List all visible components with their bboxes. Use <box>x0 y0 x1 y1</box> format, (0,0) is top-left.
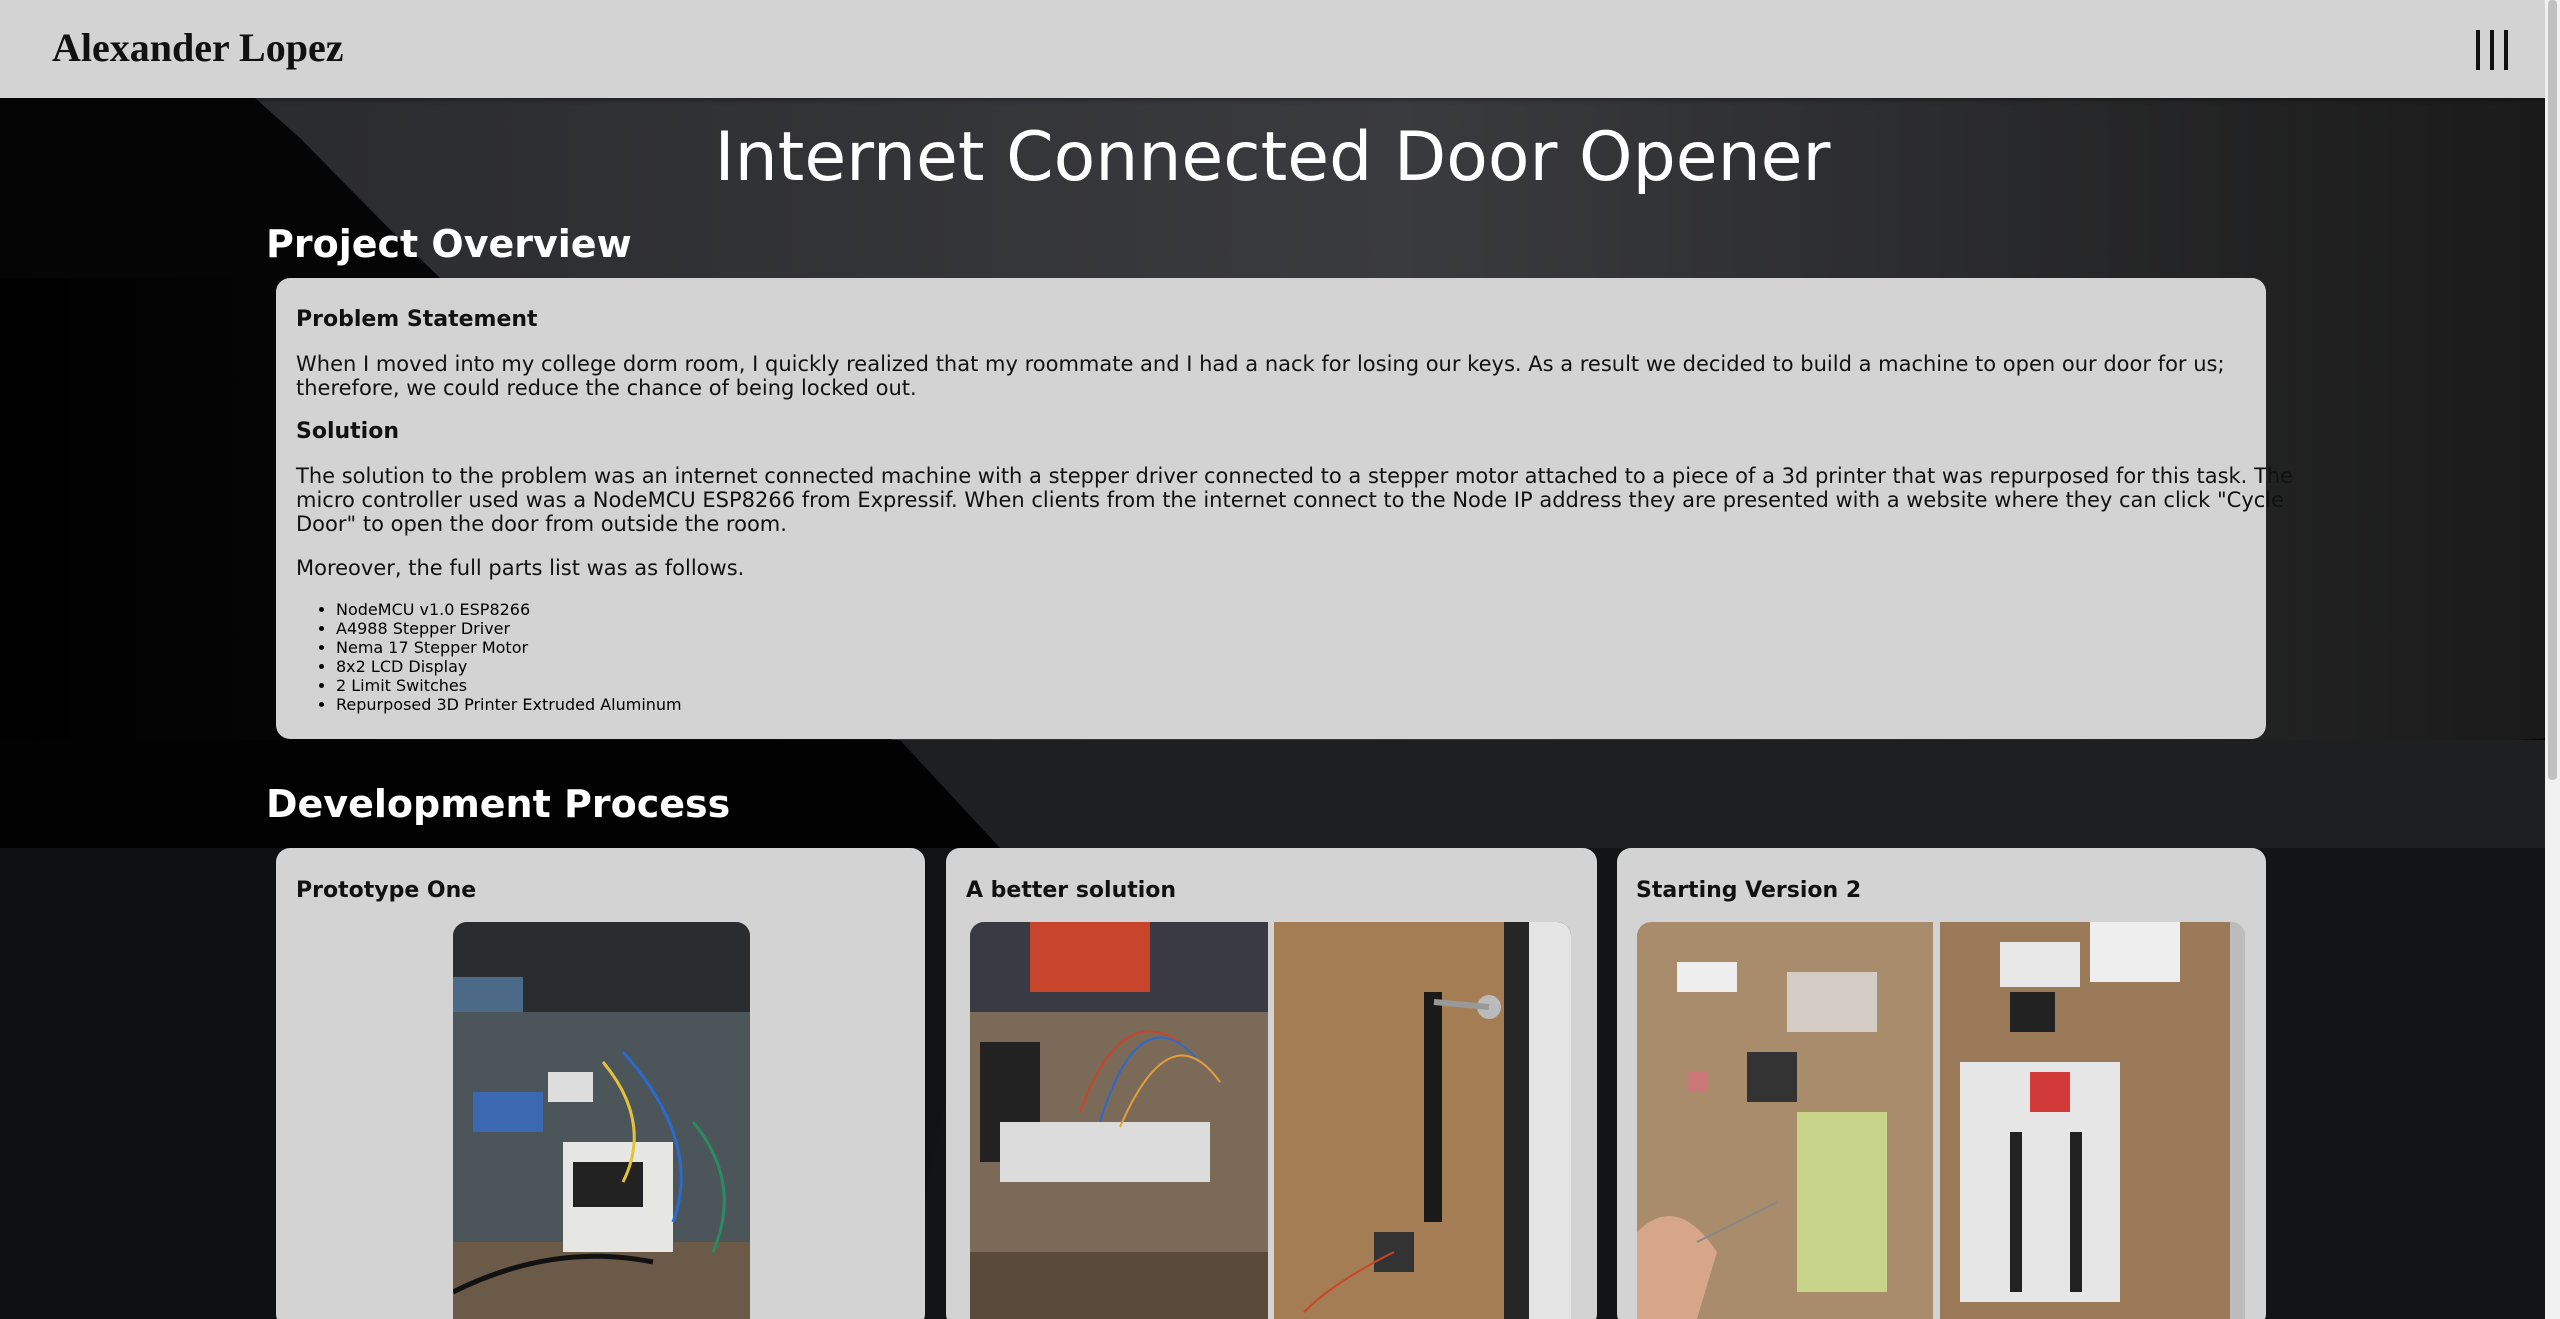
prototype-one-photo[interactable] <box>453 922 750 1319</box>
menu-bar <box>2476 30 2480 70</box>
protoboard-photo <box>1940 922 2245 1319</box>
scrollbar-thumb[interactable] <box>2548 0 2557 780</box>
problem-heading: Problem Statement <box>296 307 538 332</box>
problem-line-2: therefore, we could reduce the chance of… <box>296 376 917 400</box>
page-title: Internet Connected Door Opener <box>714 118 1831 197</box>
better-solution-photo-1[interactable] <box>970 922 1268 1319</box>
parts-list-item: Nema 17 Stepper Motor <box>336 638 682 657</box>
solution-line-2: micro controller used was a NodeMCU ESP8… <box>296 488 2285 512</box>
door-mount-photo <box>1274 922 1571 1319</box>
version-2-photo-2[interactable] <box>1940 922 2245 1319</box>
section-title-development: Development Process <box>266 782 731 826</box>
parts-intro: Moreover, the full parts list was as fol… <box>296 556 745 580</box>
parts-list-item: NodeMCU v1.0 ESP8266 <box>336 600 682 619</box>
site-title[interactable]: Alexander Lopez <box>52 24 343 71</box>
site-header: Alexander Lopez <box>0 0 2545 98</box>
version-2-photo-1[interactable] <box>1637 922 1933 1319</box>
menu-bar <box>2504 30 2508 70</box>
parts-list-item: Repurposed 3D Printer Extruded Aluminum <box>336 695 682 714</box>
parts-list-item: 8x2 LCD Display <box>336 657 682 676</box>
parts-list-item: 2 Limit Switches <box>336 676 682 695</box>
breadboard-photo <box>453 922 750 1319</box>
parts-list-item: A4988 Stepper Driver <box>336 619 682 638</box>
parts-list: NodeMCU v1.0 ESP8266 A4988 Stepper Drive… <box>296 600 682 714</box>
solution-line-1: The solution to the problem was an inter… <box>296 464 2294 488</box>
solution-heading: Solution <box>296 419 399 444</box>
problem-line-1: When I moved into my college dorm room, … <box>296 352 2225 376</box>
components-photo <box>1637 922 1933 1319</box>
dev-card-title: A better solution <box>966 878 1177 903</box>
section-title-overview: Project Overview <box>266 222 632 266</box>
wiring-photo <box>970 922 1268 1319</box>
better-solution-photo-2[interactable] <box>1274 922 1571 1319</box>
hamburger-icon[interactable] <box>2476 30 2508 70</box>
menu-bar <box>2490 30 2494 70</box>
dev-card-title: Starting Version 2 <box>1636 878 1862 903</box>
dev-card-title: Prototype One <box>296 878 477 903</box>
solution-line-3: Door" to open the door from outside the … <box>296 512 787 536</box>
